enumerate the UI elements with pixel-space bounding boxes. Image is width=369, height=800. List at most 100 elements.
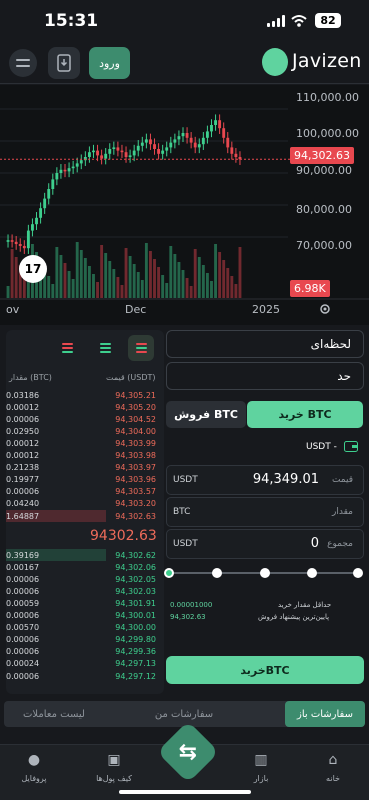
order-row[interactable]: 0.00059 94,301.91 [6,597,156,609]
candle [144,139,148,143]
view-sells-button[interactable] [54,335,80,361]
tab-my-orders[interactable]: سفارشات من [144,701,224,727]
slider-step-75[interactable] [307,568,317,578]
candle [128,155,132,157]
order-row[interactable]: 0.00012 94,305.20 [6,401,156,413]
order-row[interactable]: 0.00012 94,303.99 [6,437,156,449]
login-button[interactable]: ورود [89,47,130,79]
candle [149,139,152,145]
order-price: 94,300.00 [115,623,156,633]
order-row[interactable]: 0.00012 94,303.98 [6,450,156,462]
candle [47,189,51,199]
view-buys-button[interactable] [92,335,118,361]
order-row[interactable]: 0.00570 94,300.00 [6,622,156,634]
candle [92,150,95,153]
lowest-sell-label: پایین‌ترین پیشنهاد فروش [258,613,330,621]
volume-bar [234,284,238,298]
x-tick: ov [6,303,20,316]
candle [132,150,136,156]
volume-bar [51,284,55,298]
candle [18,244,22,246]
slider-step-50[interactable] [260,568,270,578]
signal-icon [267,15,285,27]
order-row[interactable]: 0.00006 94,302.03 [6,585,156,597]
order-row[interactable]: 0.19977 94,303.96 [6,474,156,486]
order-price: 94,302.06 [115,562,156,572]
y-tick: 70,000.00 [296,239,352,252]
nav-profile[interactable]: ● پروفایل [4,752,64,783]
order-row[interactable]: 0.21238 94,303.97 [6,462,156,474]
order-amount: 0.00006 [6,487,40,497]
order-row[interactable]: 0.03186 94,305.21 [6,389,156,401]
order-row[interactable]: 0.00167 94,302.06 [6,561,156,573]
submit-buy-button[interactable]: خریدBTC [166,656,364,684]
order-row[interactable]: 0.04240 94,303.20 [6,498,156,510]
order-amount: 0.03186 [6,390,40,400]
menu-button[interactable] [9,49,37,77]
slider-handle[interactable] [164,568,174,578]
tab-open-orders[interactable]: سفارشات باز [285,701,365,727]
order-row[interactable]: 0.02950 94,304.00 [6,425,156,437]
y-tick: 100,000.00 [296,127,359,140]
total-unit: USDT [173,539,198,549]
order-row[interactable]: 0.00006 94,302.05 [6,573,156,585]
limit-type-select[interactable]: حد [166,362,364,390]
lowest-sell-value: 94,302.63 [170,613,206,621]
volume-bar [132,264,136,298]
amount-unit: BTC [173,507,191,517]
nav-market[interactable]: ▥ بازار [231,752,291,783]
slider-step-25[interactable] [212,568,222,578]
buy-tab[interactable]: خرید BTC [247,401,363,428]
order-row[interactable]: 0.00006 94,299.80 [6,634,156,646]
volume-bar [205,273,209,298]
order-price: 94,303.98 [115,451,156,460]
slider-step-100[interactable] [353,568,363,578]
candle [43,198,47,209]
total-field[interactable]: مجموع USDT 0 [166,529,364,559]
order-amount: 0.00024 [6,659,40,669]
order-row[interactable]: 0.00006 94,303.57 [6,486,156,498]
volume-bar [71,279,75,298]
volume-bar [112,269,116,298]
order-row[interactable]: 0.00006 94,300.01 [6,610,156,622]
order-row[interactable]: 0.00006 94,297.12 [6,670,156,682]
price-column-header: قیمت (USDT) [106,373,156,382]
view-both-button[interactable] [128,335,154,361]
order-row[interactable]: 1.64887 94,302.63 [6,510,156,522]
candle [51,179,55,189]
volume-bar [193,249,197,298]
volume-bar [238,247,242,298]
download-app-button[interactable] [48,47,80,79]
order-price: 94,297.13 [115,659,156,669]
order-price: 94,305.20 [115,402,156,412]
candle [173,139,177,143]
volume-bar [153,259,156,298]
order-row[interactable]: 0.39169 94,302.62 [6,549,156,561]
order-row[interactable]: 0.00006 94,304.52 [6,413,156,425]
order-amount: 0.00006 [6,611,40,620]
min-buy-label: حداقل مقدار خرید [278,601,332,609]
amount-field[interactable]: مقدار BTC [166,497,364,527]
order-amount: 0.00012 [6,451,40,460]
candle [67,168,71,172]
candle [218,120,222,129]
price-field[interactable]: قیمت USDT 94,349.01 [166,465,364,495]
volume-bar [149,251,152,298]
order-price: 94,302.03 [115,586,156,596]
order-amount: 0.21238 [6,463,40,473]
nav-wallets[interactable]: ▣ کیف پول‌ها [84,752,144,783]
sell-tab[interactable]: فروش BTC [166,401,246,428]
logo-icon [262,48,288,76]
brand-name: Javizen [292,50,362,72]
candle [189,137,193,143]
candle [205,131,209,138]
order-amount: 0.19977 [6,475,40,485]
order-row[interactable]: 0.00006 94,299.36 [6,646,156,658]
tab-trade-list[interactable]: لیست معاملات [4,701,104,727]
candle [22,245,26,249]
order-type-select[interactable]: لحظه‌ای [166,330,364,358]
chart-settings-icon[interactable] [318,302,332,316]
order-row[interactable]: 0.00024 94,297.13 [6,658,156,670]
nav-home[interactable]: ⌂ خانه [303,752,363,783]
volume-bar [26,281,30,298]
